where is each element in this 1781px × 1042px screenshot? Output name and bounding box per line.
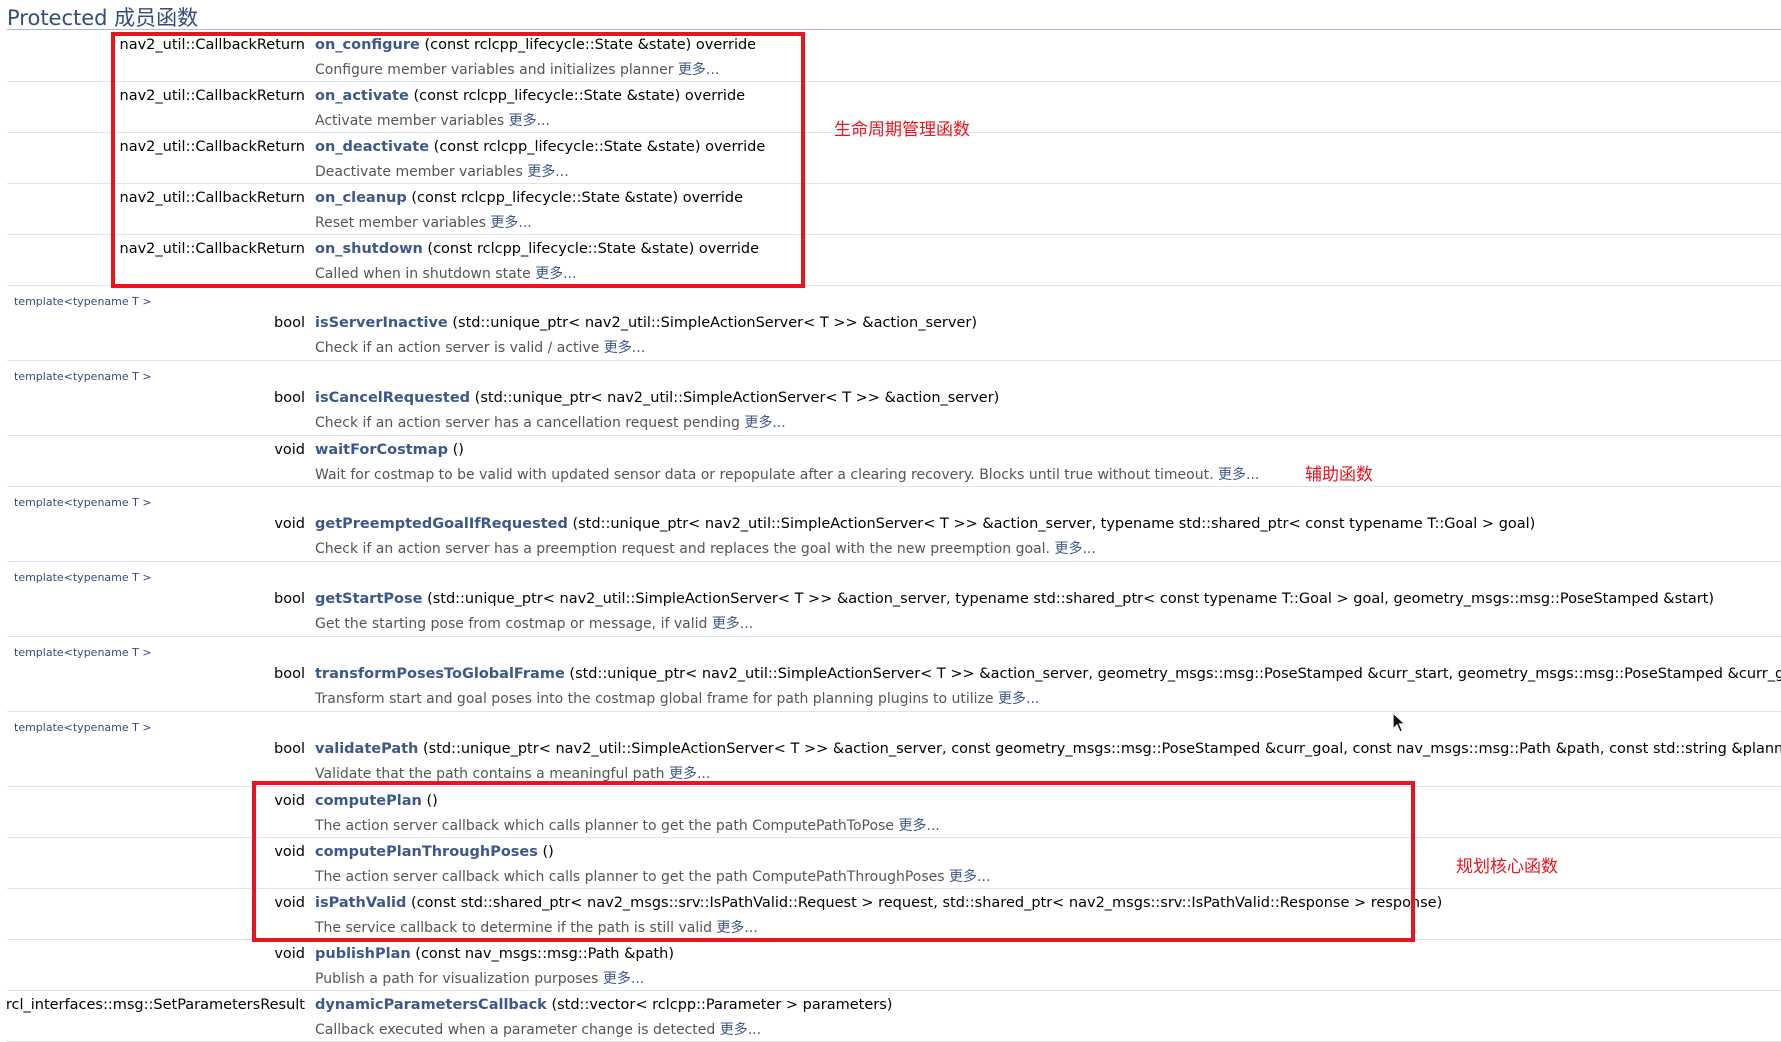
function-signature: validatePath (std::unique_ptr< nav2_util… (315, 741, 1781, 757)
more-link[interactable]: 更多... (603, 971, 644, 987)
brief-text: Check if an action server has a preempti… (315, 541, 1055, 557)
brief-description: Wait for costmap to be valid with update… (315, 464, 1259, 484)
function-name-link[interactable]: isServerInactive (315, 315, 448, 331)
return-type: void (274, 516, 305, 532)
member-row-getPreemptedGoalIfRequested: template<typename T > void getPreemptedGoa… (7, 487, 1781, 562)
return-type: bool (274, 591, 305, 607)
brief-text: Check if an action server has a cancella… (315, 415, 745, 431)
title-divider (7, 29, 1781, 30)
function-name-link[interactable]: getPreemptedGoalIfRequested (315, 516, 568, 532)
brief-text: Get the starting pose from costmap or me… (315, 616, 712, 632)
member-row-validatePath: template<typename T > bool validatePath (s… (7, 712, 1781, 787)
lifecycle-functions-highlight-box (111, 32, 805, 288)
more-link[interactable]: 更多... (720, 1022, 761, 1038)
brief-text: Wait for costmap to be valid with update… (315, 467, 1218, 483)
brief-text: Callback executed when a parameter chang… (315, 1022, 720, 1038)
member-row-isServerInactive: template<typename T > bool isServerInactiv… (7, 286, 1781, 361)
return-type: bool (274, 666, 305, 682)
function-parameters: (std::unique_ptr< nav2_util::SimpleActio… (427, 591, 1715, 607)
brief-text: Check if an action server is valid / act… (315, 340, 604, 356)
function-parameters: (std::unique_ptr< nav2_util::SimpleActio… (572, 516, 1536, 532)
page-title: Protected 成员函数 (7, 6, 199, 30)
member-row-getStartPose: template<typename T > bool getStartPose (s… (7, 562, 1781, 637)
member-row-transformPosesToGlobalFrame: template<typename T > bool transformPosesT… (7, 637, 1781, 712)
helper-functions-label: 辅助函数 (1305, 465, 1373, 485)
mouse-cursor-icon (1392, 712, 1406, 733)
template-declaration: template<typename T > (14, 496, 152, 509)
member-row-publishPlan: void publishPlan (const nav_msgs::msg::Pa… (7, 940, 1781, 991)
function-signature: getPreemptedGoalIfRequested (std::unique… (315, 516, 1535, 532)
function-parameters: () (452, 442, 464, 458)
function-parameters: (std::unique_ptr< nav2_util::SimpleActio… (423, 741, 1781, 757)
return-type: bool (274, 315, 305, 331)
brief-description: Publish a path for visualization purpose… (315, 968, 644, 988)
function-name-link[interactable]: isCancelRequested (315, 390, 470, 406)
brief-description: Check if an action server is valid / act… (315, 337, 645, 357)
function-signature: transformPosesToGlobalFrame (std::unique… (315, 666, 1781, 682)
return-type: bool (274, 741, 305, 757)
function-parameters: (std::vector< rclcpp::Parameter > parame… (551, 997, 893, 1013)
template-declaration: template<typename T > (14, 370, 152, 383)
function-signature: isServerInactive (std::unique_ptr< nav2_… (315, 315, 977, 331)
template-declaration: template<typename T > (14, 646, 152, 659)
core-planning-functions-label: 规划核心函数 (1456, 857, 1558, 877)
template-declaration: template<typename T > (14, 295, 152, 308)
more-link[interactable]: 更多... (998, 691, 1039, 707)
brief-text: Transform start and goal poses into the … (315, 691, 998, 707)
brief-description: Check if an action server has a cancella… (315, 412, 786, 432)
brief-description: Validate that the path contains a meanin… (315, 763, 710, 783)
template-declaration: template<typename T > (14, 721, 152, 734)
brief-description: Callback executed when a parameter chang… (315, 1019, 761, 1039)
brief-description: Get the starting pose from costmap or me… (315, 613, 753, 633)
member-row-isCancelRequested: template<typename T > bool isCancelRequest… (7, 361, 1781, 436)
function-signature: isCancelRequested (std::unique_ptr< nav2… (315, 390, 999, 406)
more-link[interactable]: 更多... (669, 766, 710, 782)
brief-text: Publish a path for visualization purpose… (315, 971, 603, 987)
brief-description: Check if an action server has a preempti… (315, 538, 1096, 558)
function-name-link[interactable]: publishPlan (315, 946, 411, 962)
more-link[interactable]: 更多... (604, 340, 645, 356)
function-parameters: (const nav_msgs::msg::Path &path) (415, 946, 674, 962)
function-signature: waitForCostmap () (315, 442, 464, 458)
more-link[interactable]: 更多... (712, 616, 753, 632)
more-link[interactable]: 更多... (1218, 467, 1259, 483)
function-name-link[interactable]: waitForCostmap (315, 442, 448, 458)
core-planning-functions-highlight-box (252, 781, 1415, 942)
return-type: void (274, 442, 305, 458)
more-link[interactable]: 更多... (744, 415, 785, 431)
lifecycle-functions-label: 生命周期管理函数 (834, 120, 970, 140)
return-type: void (274, 946, 305, 962)
function-signature: dynamicParametersCallback (std::vector< … (315, 997, 892, 1013)
return-type: bool (274, 390, 305, 406)
member-row-waitForCostmap: void waitForCostmap () Wait for costmap to… (7, 436, 1781, 487)
function-signature: publishPlan (const nav_msgs::msg::Path &… (315, 946, 674, 962)
function-name-link[interactable]: getStartPose (315, 591, 422, 607)
more-link[interactable]: 更多... (1054, 541, 1095, 557)
function-name-link[interactable]: validatePath (315, 741, 418, 757)
function-signature: getStartPose (std::unique_ptr< nav2_util… (315, 591, 1714, 607)
function-name-link[interactable]: transformPosesToGlobalFrame (315, 666, 565, 682)
function-parameters: (std::unique_ptr< nav2_util::SimpleActio… (474, 390, 1000, 406)
function-parameters: (std::unique_ptr< nav2_util::SimpleActio… (452, 315, 978, 331)
brief-text: Validate that the path contains a meanin… (315, 766, 669, 782)
template-declaration: template<typename T > (14, 571, 152, 584)
return-type: rcl_interfaces::msg::SetParametersResult (5, 997, 305, 1013)
function-parameters: (std::unique_ptr< nav2_util::SimpleActio… (569, 666, 1781, 682)
brief-description: Transform start and goal poses into the … (315, 688, 1039, 708)
function-name-link[interactable]: dynamicParametersCallback (315, 997, 547, 1013)
member-row-dynamicParametersCallback: rcl_interfaces::msg::SetParametersResult… (5, 991, 1781, 1042)
